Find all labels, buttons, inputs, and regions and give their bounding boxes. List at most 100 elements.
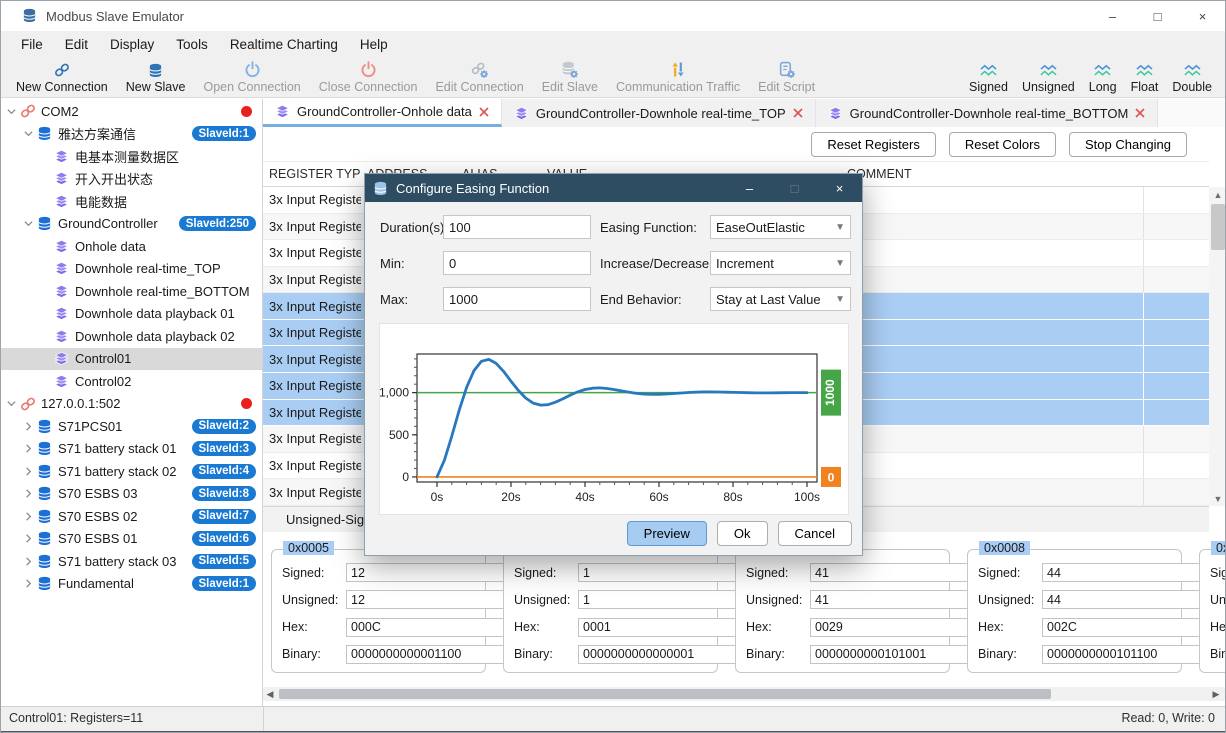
dialog-minimize-icon[interactable]: – bbox=[727, 174, 772, 202]
dialog-maximize-icon[interactable]: □ bbox=[772, 174, 817, 202]
tab-groundcontroller-onhole-data[interactable]: GroundController-Onhole data bbox=[263, 99, 502, 127]
binary-input[interactable] bbox=[810, 645, 981, 664]
scroll-right-icon[interactable]: ▶ bbox=[1209, 687, 1223, 701]
cell-register-type[interactable]: 3x Input Register bbox=[263, 214, 361, 240]
cell-comment[interactable] bbox=[841, 346, 1144, 372]
column-header-comment[interactable]: COMMENT bbox=[841, 167, 1144, 181]
cell-register-type[interactable]: 3x Input Register bbox=[263, 346, 361, 372]
cell-extra[interactable] bbox=[1144, 479, 1209, 505]
chevron-right-icon[interactable] bbox=[21, 464, 36, 479]
unsigned-input[interactable] bbox=[346, 590, 517, 609]
cell-extra[interactable] bbox=[1144, 293, 1209, 319]
cell-register-type[interactable]: 3x Input Register bbox=[263, 267, 361, 293]
tree-item-s71-battery-stack-01[interactable]: S71 battery stack 01SlaveId:3 bbox=[1, 438, 262, 461]
min-input[interactable] bbox=[443, 251, 591, 275]
max-input[interactable] bbox=[443, 287, 591, 311]
toolbar-close-connection[interactable]: Close Connection bbox=[310, 57, 427, 97]
cancel-button[interactable]: Cancel bbox=[778, 521, 852, 546]
duration-s-input[interactable] bbox=[443, 215, 591, 239]
toolbar-double[interactable]: Double bbox=[1165, 57, 1219, 97]
tree-item-fundamental[interactable]: FundamentalSlaveId:1 bbox=[1, 573, 262, 596]
cell-extra[interactable] bbox=[1144, 346, 1209, 372]
cell-extra[interactable] bbox=[1144, 240, 1209, 266]
hex-input[interactable] bbox=[810, 618, 981, 637]
tree-item-downhole-data-playback-01[interactable]: Downhole data playback 01 bbox=[1, 303, 262, 326]
chevron-down-icon[interactable] bbox=[4, 396, 19, 411]
tab-groundcontroller-downhole-real-time-top[interactable]: GroundController-Downhole real-time_TOP bbox=[502, 99, 816, 127]
tree-item-s70-esbs-01[interactable]: S70 ESBS 01SlaveId:6 bbox=[1, 528, 262, 551]
chevron-right-icon[interactable] bbox=[21, 441, 36, 456]
cell-register-type[interactable]: 3x Input Register bbox=[263, 400, 361, 426]
hex-input[interactable] bbox=[578, 618, 749, 637]
tree-item-127-0-0-1-502[interactable]: 127.0.0.1:502 bbox=[1, 393, 262, 416]
cell-extra[interactable] bbox=[1144, 267, 1209, 293]
cell-register-type[interactable]: 3x Input Register bbox=[263, 426, 361, 452]
cell-comment[interactable] bbox=[841, 479, 1144, 505]
hex-input[interactable] bbox=[1042, 618, 1213, 637]
binary-input[interactable] bbox=[346, 645, 517, 664]
chevron-down-icon[interactable] bbox=[21, 126, 36, 141]
toolbar-edit-slave[interactable]: Edit Slave bbox=[533, 57, 607, 97]
column-header-register-type[interactable]: REGISTER TYPE bbox=[263, 167, 361, 181]
cell-comment[interactable] bbox=[841, 426, 1144, 452]
scroll-up-icon[interactable]: ▲ bbox=[1209, 187, 1226, 202]
vertical-scroll-thumb[interactable] bbox=[1211, 204, 1225, 250]
cell-extra[interactable] bbox=[1144, 426, 1209, 452]
toolbar-new-slave[interactable]: New Slave bbox=[117, 57, 195, 97]
cell-register-type[interactable]: 3x Input Register bbox=[263, 373, 361, 399]
close-icon[interactable]: × bbox=[1180, 1, 1225, 31]
cell-register-type[interactable]: 3x Input Register bbox=[263, 293, 361, 319]
signed-input[interactable] bbox=[810, 563, 981, 582]
cell-extra[interactable] bbox=[1144, 400, 1209, 426]
menu-realtime-charting[interactable]: Realtime Charting bbox=[219, 31, 349, 57]
chevron-right-icon[interactable] bbox=[21, 531, 36, 546]
cell-comment[interactable] bbox=[841, 214, 1144, 240]
preview-button[interactable]: Preview bbox=[627, 521, 707, 546]
tab-close-icon[interactable] bbox=[793, 108, 803, 118]
signed-input[interactable] bbox=[1042, 563, 1213, 582]
end-behavior-dropdown[interactable]: Stay at Last Value▼ bbox=[710, 287, 851, 311]
binary-input[interactable] bbox=[1042, 645, 1213, 664]
cell-comment[interactable] bbox=[841, 240, 1144, 266]
menu-help[interactable]: Help bbox=[349, 31, 399, 57]
toolbar-long[interactable]: Long bbox=[1082, 57, 1124, 97]
cell-register-type[interactable]: 3x Input Register bbox=[263, 187, 361, 213]
horizontal-scrollbar[interactable]: ◀ ▶ bbox=[263, 687, 1226, 701]
toolbar-communication-traffic[interactable]: Communication Traffic bbox=[607, 57, 749, 97]
reset-registers-button[interactable]: Reset Registers bbox=[811, 132, 935, 157]
cell-comment[interactable] bbox=[841, 400, 1144, 426]
cell-register-type[interactable]: 3x Input Register bbox=[263, 320, 361, 346]
tree-item-电基本测量数据区[interactable]: 电基本测量数据区 bbox=[1, 145, 262, 168]
cell-extra[interactable] bbox=[1144, 453, 1209, 479]
cell-register-type[interactable]: 3x Input Register bbox=[263, 479, 361, 505]
tree-item-onhole-data[interactable]: Onhole data bbox=[1, 235, 262, 258]
tab-close-icon[interactable] bbox=[1135, 108, 1145, 118]
tree-item-downhole-real-time-top[interactable]: Downhole real-time_TOP bbox=[1, 258, 262, 281]
cell-comment[interactable] bbox=[841, 373, 1144, 399]
tree-item-downhole-real-time-bottom[interactable]: Downhole real-time_BOTTOM bbox=[1, 280, 262, 303]
scroll-left-icon[interactable]: ◀ bbox=[263, 687, 277, 701]
reset-colors-button[interactable]: Reset Colors bbox=[949, 132, 1056, 157]
stop-changing-button[interactable]: Stop Changing bbox=[1069, 132, 1187, 157]
toolbar-edit-connection[interactable]: Edit Connection bbox=[426, 57, 532, 97]
toolbar-edit-script[interactable]: Edit Script bbox=[749, 57, 824, 97]
tree-item-groundcontroller[interactable]: GroundControllerSlaveId:250 bbox=[1, 213, 262, 236]
tree-item-雅达方案通信[interactable]: 雅达方案通信SlaveId:1 bbox=[1, 123, 262, 146]
cell-extra[interactable] bbox=[1144, 214, 1209, 240]
tree-item-s70-esbs-03[interactable]: S70 ESBS 03SlaveId:8 bbox=[1, 483, 262, 506]
toolbar-open-connection[interactable]: Open Connection bbox=[194, 57, 309, 97]
cell-extra[interactable] bbox=[1144, 320, 1209, 346]
chevron-right-icon[interactable] bbox=[21, 419, 36, 434]
tree-item-s71-battery-stack-03[interactable]: S71 battery stack 03SlaveId:5 bbox=[1, 550, 262, 573]
chevron-right-icon[interactable] bbox=[21, 576, 36, 591]
scroll-down-icon[interactable]: ▼ bbox=[1209, 491, 1226, 506]
minimize-icon[interactable]: – bbox=[1090, 1, 1135, 31]
dialog-titlebar[interactable]: Configure Easing Function – □ × bbox=[365, 174, 862, 202]
chevron-right-icon[interactable] bbox=[21, 554, 36, 569]
easing-function-dropdown[interactable]: EaseOutElastic▼ bbox=[710, 215, 851, 239]
toolbar-new-connection[interactable]: New Connection bbox=[7, 57, 117, 97]
increase-decrease-dropdown[interactable]: Increment▼ bbox=[710, 251, 851, 275]
toolbar-signed[interactable]: Signed bbox=[962, 57, 1015, 97]
menu-edit[interactable]: Edit bbox=[54, 31, 99, 57]
signed-input[interactable] bbox=[346, 563, 517, 582]
